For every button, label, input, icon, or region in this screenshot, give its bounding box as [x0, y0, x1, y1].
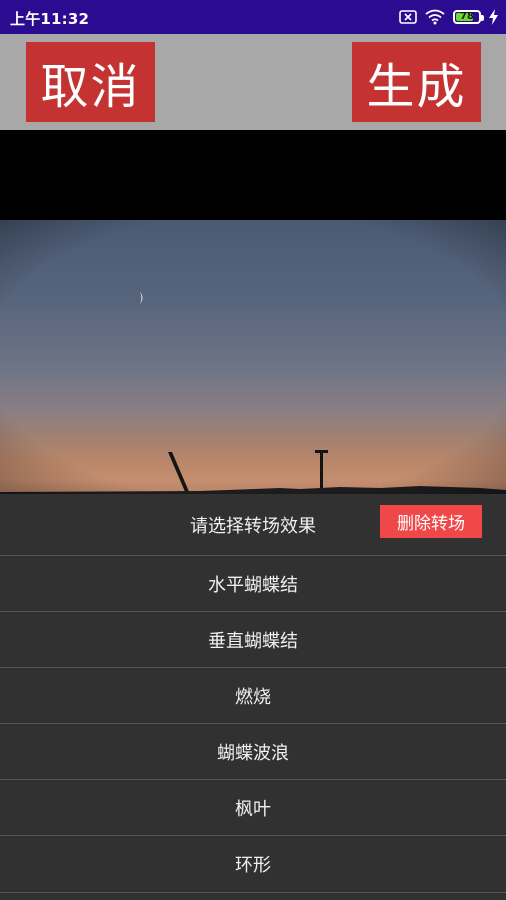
status-time: 上午11:32 [10, 10, 90, 28]
generate-button[interactable]: 生成 [352, 42, 481, 122]
divider [0, 892, 506, 893]
sheet-header: 请选择转场效果 删除转场 [0, 494, 506, 555]
preview-scene [0, 220, 506, 494]
transition-picker-sheet: 请选择转场效果 删除转场 水平蝴蝶结 垂直蝴蝶结 燃烧 蝴蝶波浪 枫叶 环形 [0, 494, 506, 900]
battery-level: 78 [460, 11, 474, 22]
delete-transition-button[interactable]: 删除转场 [380, 505, 482, 538]
option-vertical-bowtie[interactable]: 垂直蝴蝶结 [0, 612, 506, 668]
battery-icon: 78 [453, 10, 484, 24]
option-horizontal-bowtie[interactable]: 水平蝴蝶结 [0, 556, 506, 612]
option-burn[interactable]: 燃烧 [0, 668, 506, 724]
video-preview [0, 220, 506, 494]
wifi-icon [425, 9, 445, 25]
toolbar: 取消 生成 [0, 34, 506, 130]
option-butterfly-wave[interactable]: 蝴蝶波浪 [0, 724, 506, 780]
sim-off-icon [399, 10, 417, 24]
status-icons: 78 [399, 7, 498, 27]
charging-icon [489, 9, 498, 25]
option-ring[interactable]: 环形 [0, 836, 506, 892]
option-maple-leaf[interactable]: 枫叶 [0, 780, 506, 836]
preview-top-band [0, 130, 506, 220]
cancel-button[interactable]: 取消 [26, 42, 155, 122]
status-bar: 上午11:32 78 [0, 0, 506, 34]
